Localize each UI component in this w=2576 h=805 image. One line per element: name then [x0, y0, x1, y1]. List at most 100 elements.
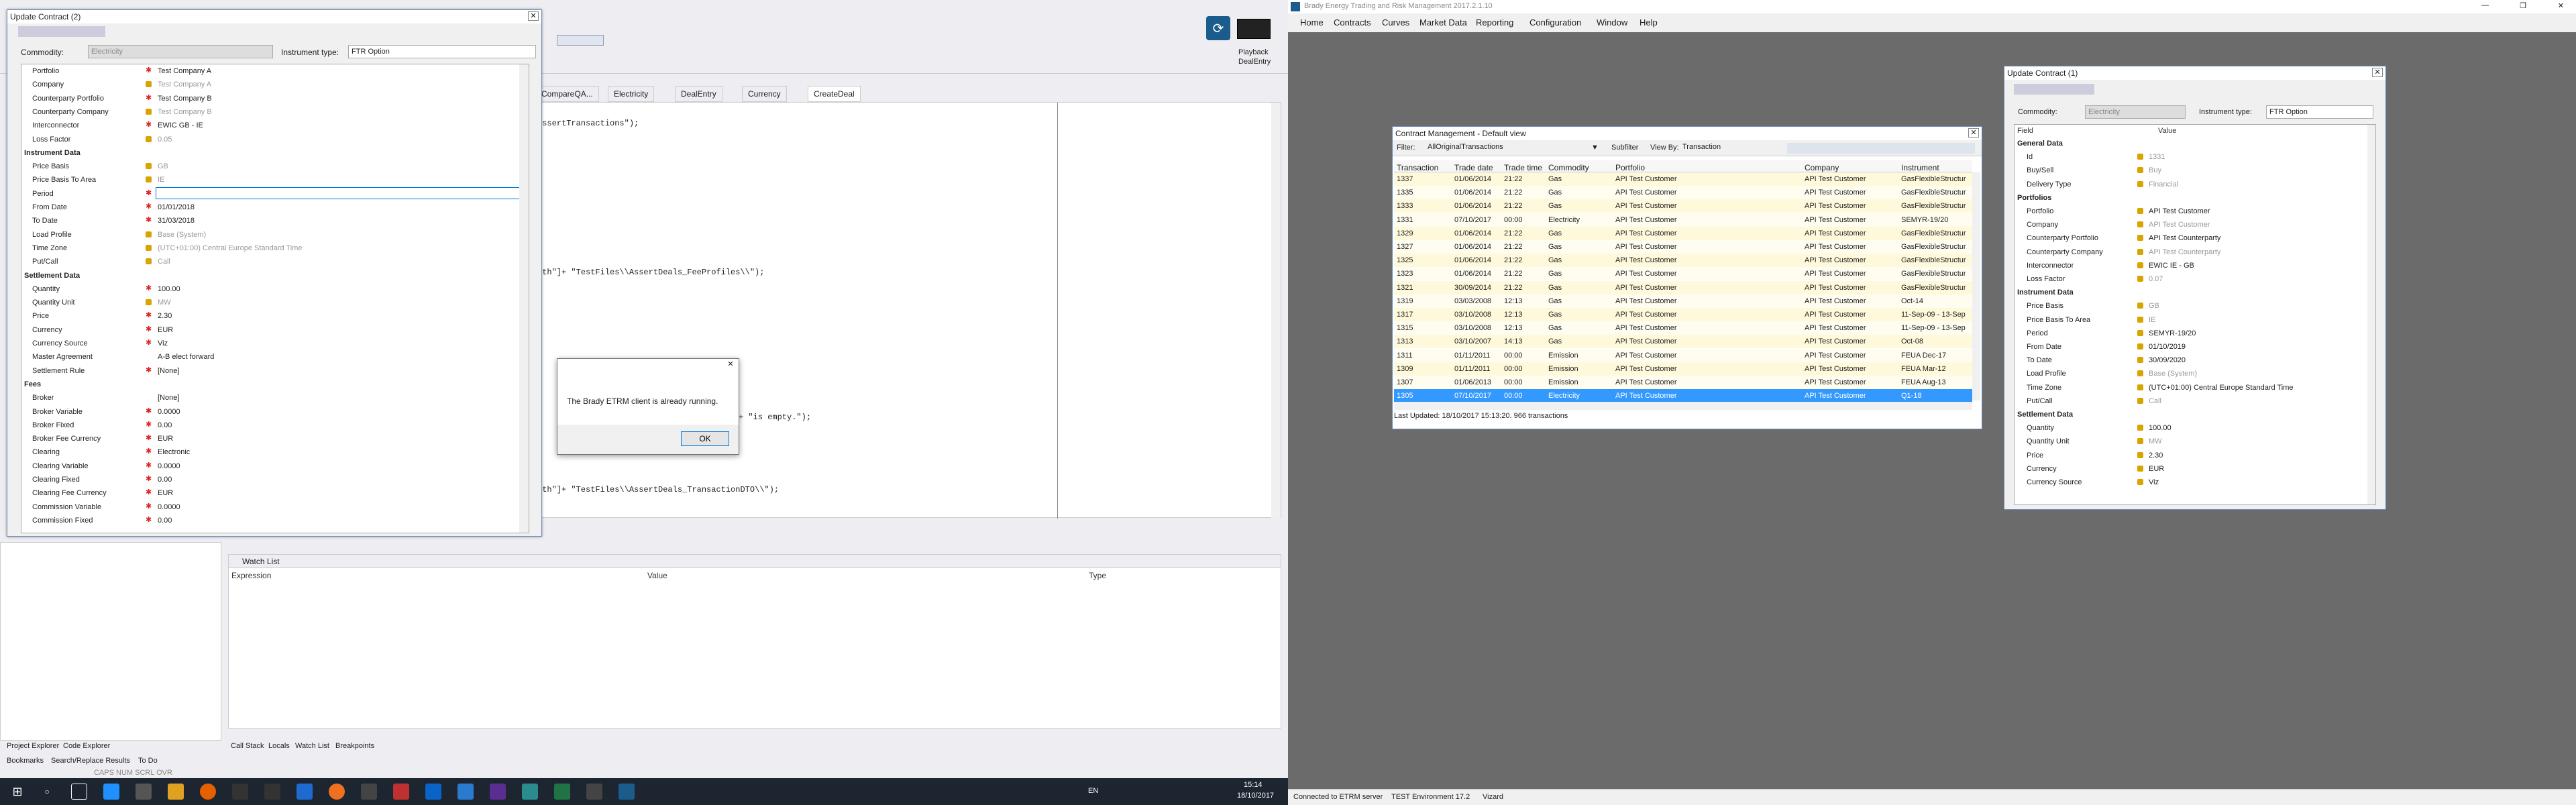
tab-compareqa[interactable]: CompareQA... — [535, 86, 599, 102]
column-instrument[interactable]: Instrument — [1901, 163, 1939, 172]
property-row[interactable]: Currency Source ✱ Viz — [21, 337, 529, 350]
column-portfolio[interactable]: Portfolio — [1615, 163, 1645, 172]
close-icon[interactable]: ✕ — [725, 360, 736, 370]
property-row[interactable]: Company API Test Customer — [2015, 218, 2363, 231]
clock-time[interactable]: 15:14 — [1244, 781, 1263, 789]
app-icon[interactable] — [522, 784, 538, 800]
menu-market-data[interactable]: Market Data — [1419, 17, 1467, 28]
clock-date[interactable]: 18/10/2017 — [1237, 792, 1274, 800]
property-row[interactable]: Load Profile Base (System) — [21, 228, 529, 241]
property-row[interactable]: Buy/Sell Buy — [2015, 164, 2363, 177]
vertical-scrollbar[interactable] — [1972, 172, 1980, 400]
property-row[interactable]: Broker [None] — [21, 391, 529, 405]
property-row[interactable]: To Date 30/09/2020 — [2015, 354, 2363, 367]
column-commodity[interactable]: Commodity — [1548, 163, 1589, 172]
table-row[interactable]: 1317 03/10/2008 12:13 Gas API Test Customer A… — [1394, 308, 1972, 321]
column-trade-time[interactable]: Trade time — [1504, 163, 1542, 172]
app-icon[interactable] — [361, 784, 377, 800]
app-icon[interactable] — [586, 784, 602, 800]
property-row[interactable]: Commission Variable ✱ 0.0000 — [21, 500, 529, 514]
property-row[interactable]: Load Profile Base (System) — [2015, 367, 2363, 380]
tab-electricity[interactable]: Electricity — [608, 86, 655, 102]
table-row[interactable]: 1307 01/06/2013 00:00 Emission API Test Cust… — [1394, 376, 1972, 389]
property-value[interactable]: [None] — [158, 394, 179, 402]
editor-scrollbar[interactable] — [1271, 103, 1281, 519]
property-value[interactable]: IE — [158, 176, 164, 184]
property-value[interactable]: Financial — [2149, 180, 2178, 189]
property-row[interactable]: Settlement Rule ✱ [None] — [21, 364, 529, 378]
tab-createdeal[interactable]: CreateDeal — [808, 86, 861, 102]
property-value[interactable]: Viz — [2149, 478, 2159, 486]
tab-dealentry[interactable]: DealEntry — [675, 86, 722, 102]
app-icon[interactable] — [329, 784, 345, 800]
property-value[interactable]: IE — [2149, 316, 2155, 324]
close-icon[interactable]: ✕ — [2558, 1, 2564, 10]
property-value[interactable]: API Test Counterparty — [2149, 248, 2220, 256]
watch-column-type[interactable]: Type — [1089, 571, 1106, 580]
property-value[interactable]: 0.00 — [158, 421, 172, 429]
property-row[interactable]: To Date ✱ 31/03/2018 — [21, 214, 529, 227]
property-row[interactable]: Counterparty Company Test Company B — [21, 105, 529, 119]
property-value[interactable]: Test Company A — [158, 80, 211, 89]
property-value[interactable]: MW — [158, 299, 171, 307]
property-row[interactable]: Broker Fixed ✱ 0.00 — [21, 419, 529, 432]
menu-reporting[interactable]: Reporting — [1476, 17, 1513, 28]
property-row[interactable]: Counterparty Portfolio ✱ Test Company B — [21, 92, 529, 105]
property-row[interactable]: Interconnector ✱ EWIC GB - IE — [21, 119, 529, 132]
property-row[interactable]: Instrument Data — [2015, 286, 2363, 299]
property-value[interactable]: 2.30 — [158, 312, 172, 320]
property-value[interactable]: Test Company B — [158, 108, 212, 116]
menu-help[interactable]: Help — [1640, 17, 1658, 28]
property-row[interactable]: Put/Call Call — [21, 255, 529, 268]
property-row[interactable]: Master Agreement A-B elect forward — [21, 350, 529, 364]
property-value[interactable]: EWIC GB - IE — [158, 121, 203, 129]
property-scrollbar[interactable] — [2367, 125, 2375, 504]
menu-contracts[interactable]: Contracts — [1334, 17, 1371, 28]
property-row[interactable]: Instrument Data — [21, 146, 529, 160]
tab-currency[interactable]: Currency — [742, 86, 787, 102]
minimize-icon[interactable]: — — [2481, 1, 2489, 9]
instrument-type-select[interactable]: FTR Option — [348, 45, 536, 58]
watch-column-expression[interactable]: Expression — [231, 571, 271, 580]
property-value[interactable]: [None] — [158, 367, 179, 375]
close-icon[interactable]: ✕ — [2372, 68, 2383, 77]
property-value[interactable]: 0.05 — [158, 136, 172, 144]
app-icon[interactable] — [393, 784, 409, 800]
property-row[interactable]: From Date 01/10/2019 — [2015, 340, 2363, 354]
close-icon[interactable]: ✕ — [1968, 128, 1979, 138]
maximize-icon[interactable]: ❐ — [2520, 1, 2526, 10]
property-value[interactable]: (UTC+01:00) Central Europe Standard Time — [158, 244, 303, 252]
property-row[interactable]: Portfolio ✱ Test Company A — [21, 64, 529, 78]
property-value[interactable]: 100.00 — [2149, 424, 2171, 432]
property-row[interactable]: Put/Call Call — [2015, 394, 2363, 408]
table-row[interactable]: 1323 01/06/2014 21:22 Gas API Test Customer A… — [1394, 267, 1972, 281]
table-row[interactable]: 1331 07/10/2017 00:00 Electricity API Test C… — [1394, 213, 1972, 227]
close-icon[interactable]: ✕ — [528, 11, 539, 21]
pause-stop-icon[interactable] — [1237, 19, 1271, 39]
property-value[interactable]: 0.0000 — [158, 462, 180, 470]
property-value[interactable]: API Test Customer — [2149, 207, 2210, 215]
tab-watch-list[interactable]: Watch List — [295, 742, 329, 750]
property-row[interactable]: Price Basis To Area IE — [21, 173, 529, 186]
toolbar-icons[interactable] — [1787, 143, 1975, 154]
property-value[interactable]: Base (System) — [158, 231, 206, 239]
tab-locals[interactable]: Locals — [268, 742, 290, 750]
property-row[interactable]: Counterparty Portfolio API Test Counterpa… — [2015, 231, 2363, 245]
tab-todo[interactable]: To Do — [138, 757, 158, 765]
windows-start-icon[interactable]: ⊞ — [9, 784, 25, 800]
excel-icon[interactable] — [554, 784, 570, 800]
property-row[interactable]: Currency ✱ EUR — [21, 323, 529, 337]
menu-home[interactable]: Home — [1300, 17, 1324, 28]
property-value[interactable]: Call — [158, 258, 170, 266]
tab-breakpoints[interactable]: Breakpoints — [335, 742, 374, 750]
toolbar-icons[interactable] — [2014, 84, 2094, 95]
toolbar-icons[interactable] — [18, 26, 105, 37]
property-value[interactable]: EWIC IE - GB — [2149, 262, 2194, 270]
property-row[interactable]: Loss Factor 0.07 — [2015, 272, 2363, 286]
property-value[interactable]: Test Company B — [158, 95, 212, 103]
property-row[interactable]: Quantity 100.00 — [2015, 421, 2363, 435]
table-row[interactable]: 1333 01/06/2014 21:22 Gas API Test Customer A… — [1394, 199, 1972, 213]
property-row[interactable]: Settlement Data — [21, 269, 529, 282]
property-value[interactable]: Call — [2149, 397, 2161, 405]
property-value[interactable]: 31/03/2018 — [158, 217, 195, 225]
